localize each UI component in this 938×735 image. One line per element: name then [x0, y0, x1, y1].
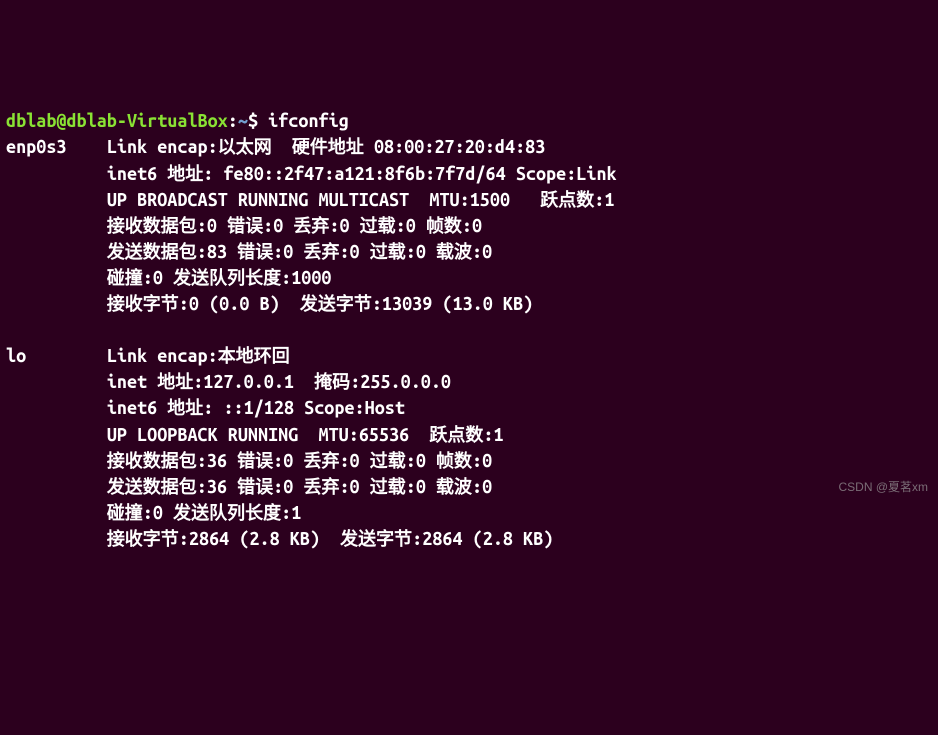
- flags: UP BROADCAST RUNNING MULTICAST: [107, 190, 409, 210]
- scope-value: Link: [576, 164, 616, 184]
- mask-value: 255.0.0.0: [360, 372, 451, 392]
- scope-label: Scope:: [516, 164, 576, 184]
- rx-over: 0: [416, 451, 426, 471]
- prompt-separator: :: [228, 111, 238, 131]
- rx-drop: 0: [350, 451, 360, 471]
- hw-value: 08:00:27:20:d4:83: [374, 137, 545, 157]
- prompt-dollar: $: [248, 111, 258, 131]
- over-label: 过载:: [370, 242, 416, 262]
- rx-pkts: 0: [207, 216, 217, 236]
- terminal-window[interactable]: dblab@dblab-VirtualBox:~$ ifconfig enp0s…: [6, 108, 932, 552]
- txq: 1: [291, 503, 301, 523]
- metric-label: 跃点数:: [429, 425, 493, 445]
- metric-label: 跃点数:: [540, 190, 604, 210]
- link-encap-value: 以太网: [218, 137, 272, 157]
- prompt-path: ~: [238, 111, 248, 131]
- rx-drop: 0: [339, 216, 349, 236]
- link-encap-value: 本地环回: [218, 346, 290, 366]
- scope-value: Host: [365, 398, 405, 418]
- inet6-label: inet6 地址:: [107, 164, 214, 184]
- txb-h: (2.8 KB): [473, 529, 554, 549]
- rx-pkts-label: 接收数据包:: [107, 216, 207, 236]
- rx-err: 0: [273, 216, 283, 236]
- flags: UP LOOPBACK RUNNING: [107, 425, 299, 445]
- hw-label: 硬件地址: [292, 137, 364, 157]
- err-label: 错误:: [237, 451, 283, 471]
- tx-carrier: 0: [482, 477, 492, 497]
- txq-label: 发送队列长度:: [173, 268, 291, 288]
- err-label: 错误:: [237, 477, 283, 497]
- err-label: 错误:: [237, 242, 283, 262]
- rxb-h: (0.0 B): [209, 294, 280, 314]
- rx-frame: 0: [472, 216, 482, 236]
- txb-h: (13.0 KB): [442, 294, 533, 314]
- rx-pkts: 36: [207, 451, 227, 471]
- rxb-label: 接收字节:: [107, 529, 189, 549]
- over-label: 过载:: [370, 451, 416, 471]
- mtu-value: 1500: [470, 190, 510, 210]
- metric-value: 1: [494, 425, 504, 445]
- tx-pkts: 36: [207, 477, 227, 497]
- coll-label: 碰撞:: [107, 503, 153, 523]
- mtu-value: 65536: [359, 425, 409, 445]
- iface-name-0: enp0s3: [6, 137, 66, 157]
- inet6-label: inet6 地址:: [107, 398, 214, 418]
- metric-value: 1: [604, 190, 614, 210]
- drop-label: 丢弃:: [303, 451, 349, 471]
- tx-pkts: 83: [207, 242, 227, 262]
- coll: 0: [153, 268, 163, 288]
- coll: 0: [153, 503, 163, 523]
- rx-pkts-label: 接收数据包:: [107, 451, 207, 471]
- inet6-value: ::1/128: [223, 398, 294, 418]
- carrier-label: 载波:: [436, 242, 482, 262]
- mtu-label: MTU:: [319, 425, 359, 445]
- txb: 2864: [422, 529, 462, 549]
- tx-pkts-label: 发送数据包:: [107, 477, 207, 497]
- txb-label: 发送字节:: [340, 529, 422, 549]
- err-label: 错误:: [227, 216, 273, 236]
- iface-name-1: lo: [6, 346, 26, 366]
- inet-value: 127.0.0.1: [203, 372, 294, 392]
- drop-label: 丢弃:: [303, 242, 349, 262]
- frame-label: 帧数:: [436, 451, 482, 471]
- drop-label: 丢弃:: [303, 477, 349, 497]
- txq: 1000: [291, 268, 331, 288]
- scope-label: Scope:: [304, 398, 364, 418]
- tx-pkts-label: 发送数据包:: [107, 242, 207, 262]
- over-label: 过载:: [360, 216, 406, 236]
- frame-label: 帧数:: [426, 216, 472, 236]
- rx-frame: 0: [482, 451, 492, 471]
- tx-drop: 0: [350, 477, 360, 497]
- rx-over: 0: [406, 216, 416, 236]
- inet-label: inet 地址:: [107, 372, 203, 392]
- mask-label: 掩码:: [314, 372, 360, 392]
- tx-over: 0: [416, 242, 426, 262]
- txb: 13039: [382, 294, 432, 314]
- tx-over: 0: [416, 477, 426, 497]
- txb-label: 发送字节:: [300, 294, 382, 314]
- rxb: 0: [189, 294, 199, 314]
- carrier-label: 载波:: [436, 477, 482, 497]
- rxb-label: 接收字节:: [107, 294, 189, 314]
- link-encap-label: Link encap:: [107, 137, 218, 157]
- inet6-value: fe80::2f47:a121:8f6b:7f7d/64: [223, 164, 505, 184]
- prompt-user-host: dblab@dblab-VirtualBox: [6, 111, 228, 131]
- rxb: 2864: [189, 529, 229, 549]
- txq-label: 发送队列长度:: [173, 503, 291, 523]
- rx-err: 0: [283, 451, 293, 471]
- tx-carrier: 0: [482, 242, 492, 262]
- rxb-h: (2.8 KB): [239, 529, 320, 549]
- tx-err: 0: [283, 242, 293, 262]
- drop-label: 丢弃:: [293, 216, 339, 236]
- watermark-text: CSDN @夏茗xm: [838, 479, 928, 496]
- tx-err: 0: [283, 477, 293, 497]
- link-encap-label: Link encap:: [107, 346, 218, 366]
- command-text: ifconfig: [258, 111, 349, 131]
- mtu-label: MTU:: [429, 190, 469, 210]
- coll-label: 碰撞:: [107, 268, 153, 288]
- over-label: 过载:: [370, 477, 416, 497]
- tx-drop: 0: [350, 242, 360, 262]
